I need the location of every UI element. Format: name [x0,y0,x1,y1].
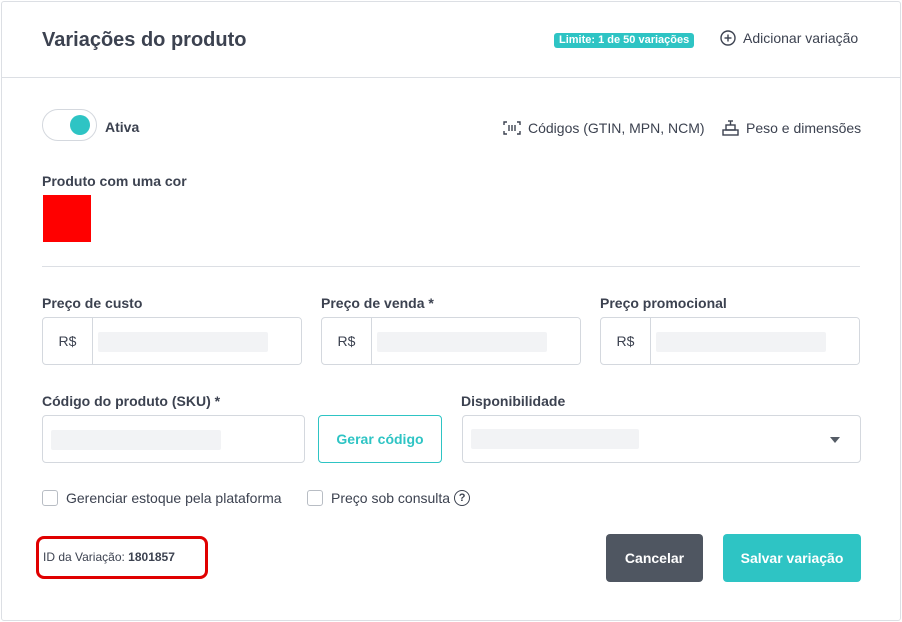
active-toggle-label: Ativa [105,119,140,135]
blurred-value [98,332,268,352]
promo-price-label: Preço promocional [600,295,727,311]
price-on-request-label: Preço sob consulta [331,490,451,506]
blurred-value [471,429,639,449]
barcode-icon [503,121,521,135]
blurred-value [656,332,826,352]
cost-price-field: R$ [42,317,302,365]
currency-prefix: R$ [322,318,372,364]
chevron-down-icon [830,437,840,443]
variation-id-value: 1801857 [128,550,175,564]
variation-id: ID da Variação: 1801857 [43,550,175,564]
manage-stock-label: Gerenciar estoque pela plataforma [66,490,282,506]
sale-price-field: R$ [321,317,581,365]
weight-dimensions-button[interactable]: Peso e dimensões [722,120,861,136]
add-variation-button[interactable]: Adicionar variação [720,30,858,46]
promo-price-field: R$ [600,317,860,365]
currency-prefix: R$ [601,318,651,364]
active-toggle[interactable] [42,109,97,141]
add-variation-label: Adicionar variação [743,30,859,46]
sku-label: Código do produto (SKU) * [42,393,221,409]
variations-panel: Variações do produto Limite: 1 de 50 var… [1,1,901,621]
color-swatch[interactable] [43,195,91,242]
variation-id-label: ID da Variação: [43,550,125,564]
weight-dimensions-label: Peso e dimensões [746,120,862,136]
cost-price-label: Preço de custo [42,295,143,311]
blurred-value [377,332,547,352]
panel-header: Variações do produto Limite: 1 de 50 var… [2,2,900,78]
save-variation-button[interactable]: Salvar variação [723,534,861,582]
scale-icon [722,120,739,136]
currency-prefix: R$ [43,318,93,364]
color-label: Produto com uma cor [42,173,187,189]
generate-code-button[interactable]: Gerar código [318,415,442,463]
availability-select[interactable] [462,415,861,463]
plus-circle-icon [720,30,736,46]
help-icon[interactable]: ? [454,490,471,506]
sku-field [42,415,305,463]
manage-stock-checkbox[interactable] [42,490,58,506]
toggle-knob [70,115,90,135]
availability-label: Disponibilidade [461,393,566,409]
blurred-value [51,430,221,450]
page-title: Variações do produto [42,29,247,51]
limit-badge: Limite: 1 de 50 variações [554,33,695,48]
codes-button[interactable]: Códigos (GTIN, MPN, NCM) [503,120,705,136]
divider [42,266,860,267]
cancel-button[interactable]: Cancelar [606,534,703,582]
price-on-request-row: Preço sob consulta ? [307,490,471,506]
price-on-request-checkbox[interactable] [307,490,323,506]
codes-label: Códigos (GTIN, MPN, NCM) [528,120,705,136]
manage-stock-row: Gerenciar estoque pela plataforma [42,490,282,506]
sale-price-label: Preço de venda * [321,295,434,311]
